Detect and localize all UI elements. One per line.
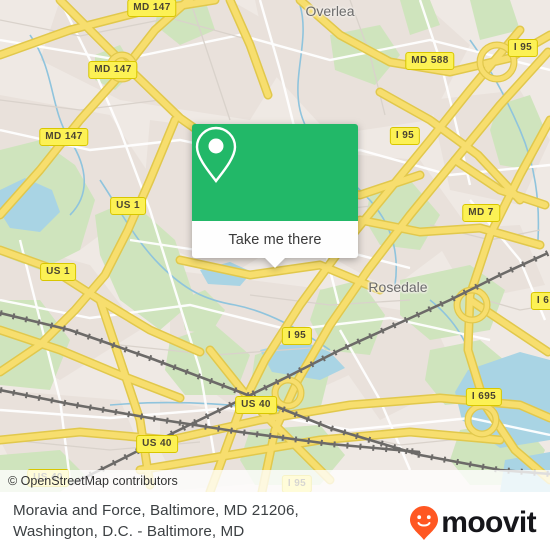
road-shield-md-588[interactable]: MD 588 bbox=[405, 52, 455, 70]
popup-card-footer[interactable]: Take me there bbox=[192, 221, 358, 268]
road-shield-i-695-partial[interactable]: I 6 bbox=[530, 292, 550, 310]
road-shield-md-147[interactable]: MD 147 bbox=[39, 128, 89, 146]
road-shield-md-147[interactable]: MD 147 bbox=[88, 61, 138, 79]
location-popup-card[interactable]: Take me there bbox=[192, 124, 358, 268]
osm-attribution[interactable]: © OpenStreetMap contributors bbox=[0, 470, 550, 492]
road-shield-i-95[interactable]: I 95 bbox=[281, 327, 313, 345]
moovit-logo[interactable]: moovit bbox=[409, 505, 537, 541]
road-shield-us-40[interactable]: US 40 bbox=[235, 396, 277, 414]
road-shield-us-1[interactable]: US 1 bbox=[40, 263, 76, 281]
place-label-overlea: Overlea bbox=[305, 3, 355, 19]
take-me-there-label: Take me there bbox=[228, 231, 322, 248]
road-shield-md-7[interactable]: MD 7 bbox=[462, 204, 500, 222]
moovit-smiley-pin-icon bbox=[410, 506, 439, 540]
road-shield-us-40[interactable]: US 40 bbox=[136, 435, 178, 453]
road-shield-i-95[interactable]: I 95 bbox=[507, 39, 539, 57]
road-shield-us-1[interactable]: US 1 bbox=[110, 197, 146, 215]
place-label-rosedale: Rosedale bbox=[368, 279, 428, 295]
road-shield-md-147[interactable]: MD 147 bbox=[127, 0, 177, 17]
moovit-wordmark: moovit bbox=[441, 506, 536, 539]
location-title-line-1: Moravia and Force, Baltimore, MD 21206, bbox=[13, 502, 299, 519]
moovit-map-screenshot: Overlea Rosedale MD 147 MD 588 I 95 MD 1… bbox=[0, 0, 550, 550]
popup-card-pointer bbox=[265, 258, 285, 268]
road-shield-i-95[interactable]: I 95 bbox=[389, 127, 421, 145]
location-title: Moravia and Force, Baltimore, MD 21206, … bbox=[13, 500, 393, 542]
road-shield-i-695[interactable]: I 695 bbox=[465, 388, 503, 406]
location-title-line-2: Washington, D.C. - Baltimore, MD bbox=[13, 523, 245, 540]
popup-card-header bbox=[192, 124, 358, 221]
bottom-info-bar: Moravia and Force, Baltimore, MD 21206, … bbox=[0, 492, 550, 550]
map-pin-icon bbox=[195, 126, 237, 183]
map-canvas[interactable]: Overlea Rosedale MD 147 MD 588 I 95 MD 1… bbox=[0, 0, 550, 492]
